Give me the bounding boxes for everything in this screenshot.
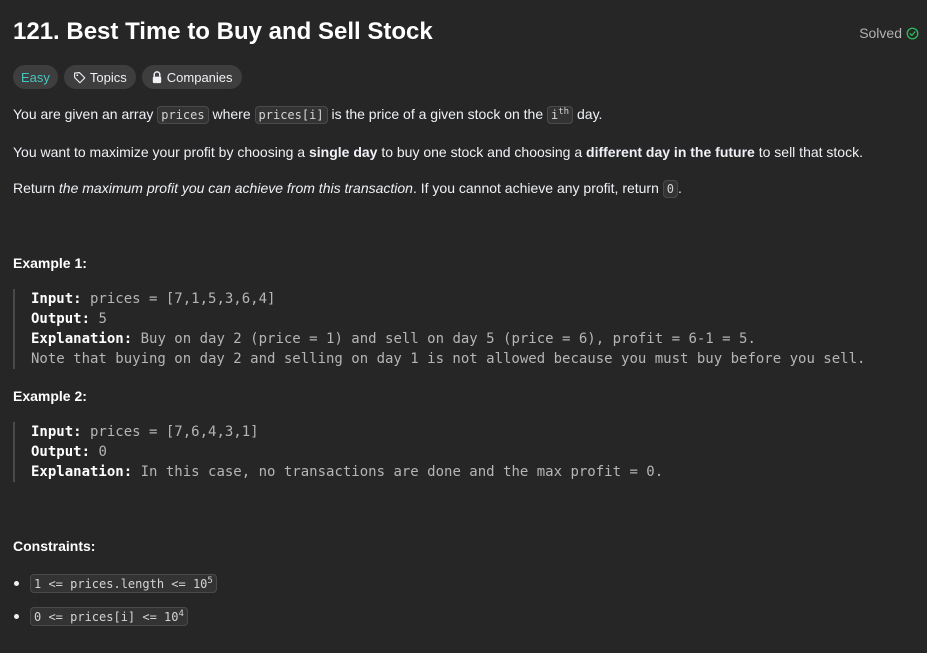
input-label: Input: xyxy=(31,291,82,307)
example-2-block: Input: prices = [7,6,4,3,1] Output: 0 Ex… xyxy=(13,422,663,482)
example-2-heading: Example 2: xyxy=(13,388,87,404)
text: day. xyxy=(573,106,603,122)
explanation-label: Explanation: xyxy=(31,331,133,347)
tag-row: Easy Topics Companies xyxy=(13,65,242,89)
bullet xyxy=(14,613,19,619)
code-superscript: 4 xyxy=(178,608,184,619)
output-value: 0 xyxy=(90,444,107,460)
description-paragraph-2: You want to maximize your profit by choo… xyxy=(13,144,863,160)
bold-text: different day in the future xyxy=(586,144,755,160)
input-label: Input: xyxy=(31,424,82,440)
topics-label: Topics xyxy=(89,69,127,85)
inline-code: 0 xyxy=(662,180,679,198)
code-base: 1 <= prices.length <= 10 xyxy=(34,576,208,591)
example-note-line: Note that buying on day 2 and selling on… xyxy=(31,351,866,367)
companies-button[interactable]: Companies xyxy=(141,65,242,89)
example-1-heading: Example 1: xyxy=(13,255,87,271)
example-1-block: Input: prices = [7,1,5,3,6,4] Output: 5 … xyxy=(13,289,865,369)
input-value: prices = [7,1,5,3,6,4] xyxy=(81,291,276,307)
solved-status: Solved xyxy=(859,25,919,41)
text: Return xyxy=(13,180,59,196)
inline-code: prices xyxy=(157,106,209,124)
list-item: 1 <= prices.length <= 105 xyxy=(13,572,217,594)
difficulty-badge: Easy xyxy=(13,65,58,89)
problem-title[interactable]: 121. Best Time to Buy and Sell Stock xyxy=(13,18,433,46)
inline-code: prices[i] xyxy=(254,106,328,124)
code-superscript: th xyxy=(558,107,570,117)
description-paragraph-1: You are given an array prices where pric… xyxy=(13,106,603,124)
text: . xyxy=(678,180,682,196)
solved-label: Solved xyxy=(859,25,902,41)
text: where xyxy=(208,106,255,122)
example-input-line: Input: prices = [7,1,5,3,6,4] xyxy=(31,289,865,309)
explanation-value: In this case, no transactions are done a… xyxy=(132,464,664,480)
text: to buy one stock and choosing a xyxy=(377,144,587,160)
example-input-line: Input: prices = [7,6,4,3,1] xyxy=(31,422,663,442)
difficulty-label: Easy xyxy=(21,69,50,85)
explanation-value: Buy on day 2 (price = 1) and sell on day… xyxy=(132,331,756,347)
text: You are given an array xyxy=(13,106,158,122)
bullet xyxy=(14,580,19,586)
example-output-line: Output: 5 xyxy=(31,309,865,329)
tag-icon xyxy=(73,71,86,84)
italic-text: the maximum profit you can achieve from … xyxy=(58,180,413,196)
output-label: Output: xyxy=(31,444,91,460)
bold-text: single day xyxy=(308,144,378,160)
text: to sell that stock. xyxy=(754,144,863,160)
list-item: 0 <= prices[i] <= 104 xyxy=(13,605,217,627)
example-output-line: Output: 0 xyxy=(31,442,663,462)
example-explanation-line: Explanation: In this case, no transactio… xyxy=(31,462,663,482)
output-label: Output: xyxy=(31,311,91,327)
text: . If you cannot achieve any profit, retu… xyxy=(412,180,663,196)
text: You want to maximize your profit by choo… xyxy=(13,144,309,160)
inline-code: ith xyxy=(547,106,574,124)
constraints-heading: Constraints: xyxy=(13,538,96,554)
code-superscript: 5 xyxy=(207,575,213,586)
inline-code: 1 <= prices.length <= 105 xyxy=(30,573,217,593)
code-base: 0 <= prices[i] <= 10 xyxy=(34,609,179,624)
check-circle-icon xyxy=(906,27,919,40)
example-explanation-line: Explanation: Buy on day 2 (price = 1) an… xyxy=(31,329,865,349)
companies-label: Companies xyxy=(166,69,233,85)
lock-icon xyxy=(151,70,163,84)
inline-code: 0 <= prices[i] <= 104 xyxy=(30,606,188,626)
constraints-list: 1 <= prices.length <= 105 0 <= prices[i]… xyxy=(13,572,217,638)
input-value: prices = [7,6,4,3,1] xyxy=(81,424,259,440)
title-row: 121. Best Time to Buy and Sell Stock Sol… xyxy=(13,18,919,48)
explanation-label: Explanation: xyxy=(31,464,133,480)
topics-button[interactable]: Topics xyxy=(63,65,136,89)
description-paragraph-3: Return the maximum profit you can achiev… xyxy=(13,180,682,198)
text: is the price of a given stock on the xyxy=(327,106,548,122)
output-value: 5 xyxy=(90,311,107,327)
